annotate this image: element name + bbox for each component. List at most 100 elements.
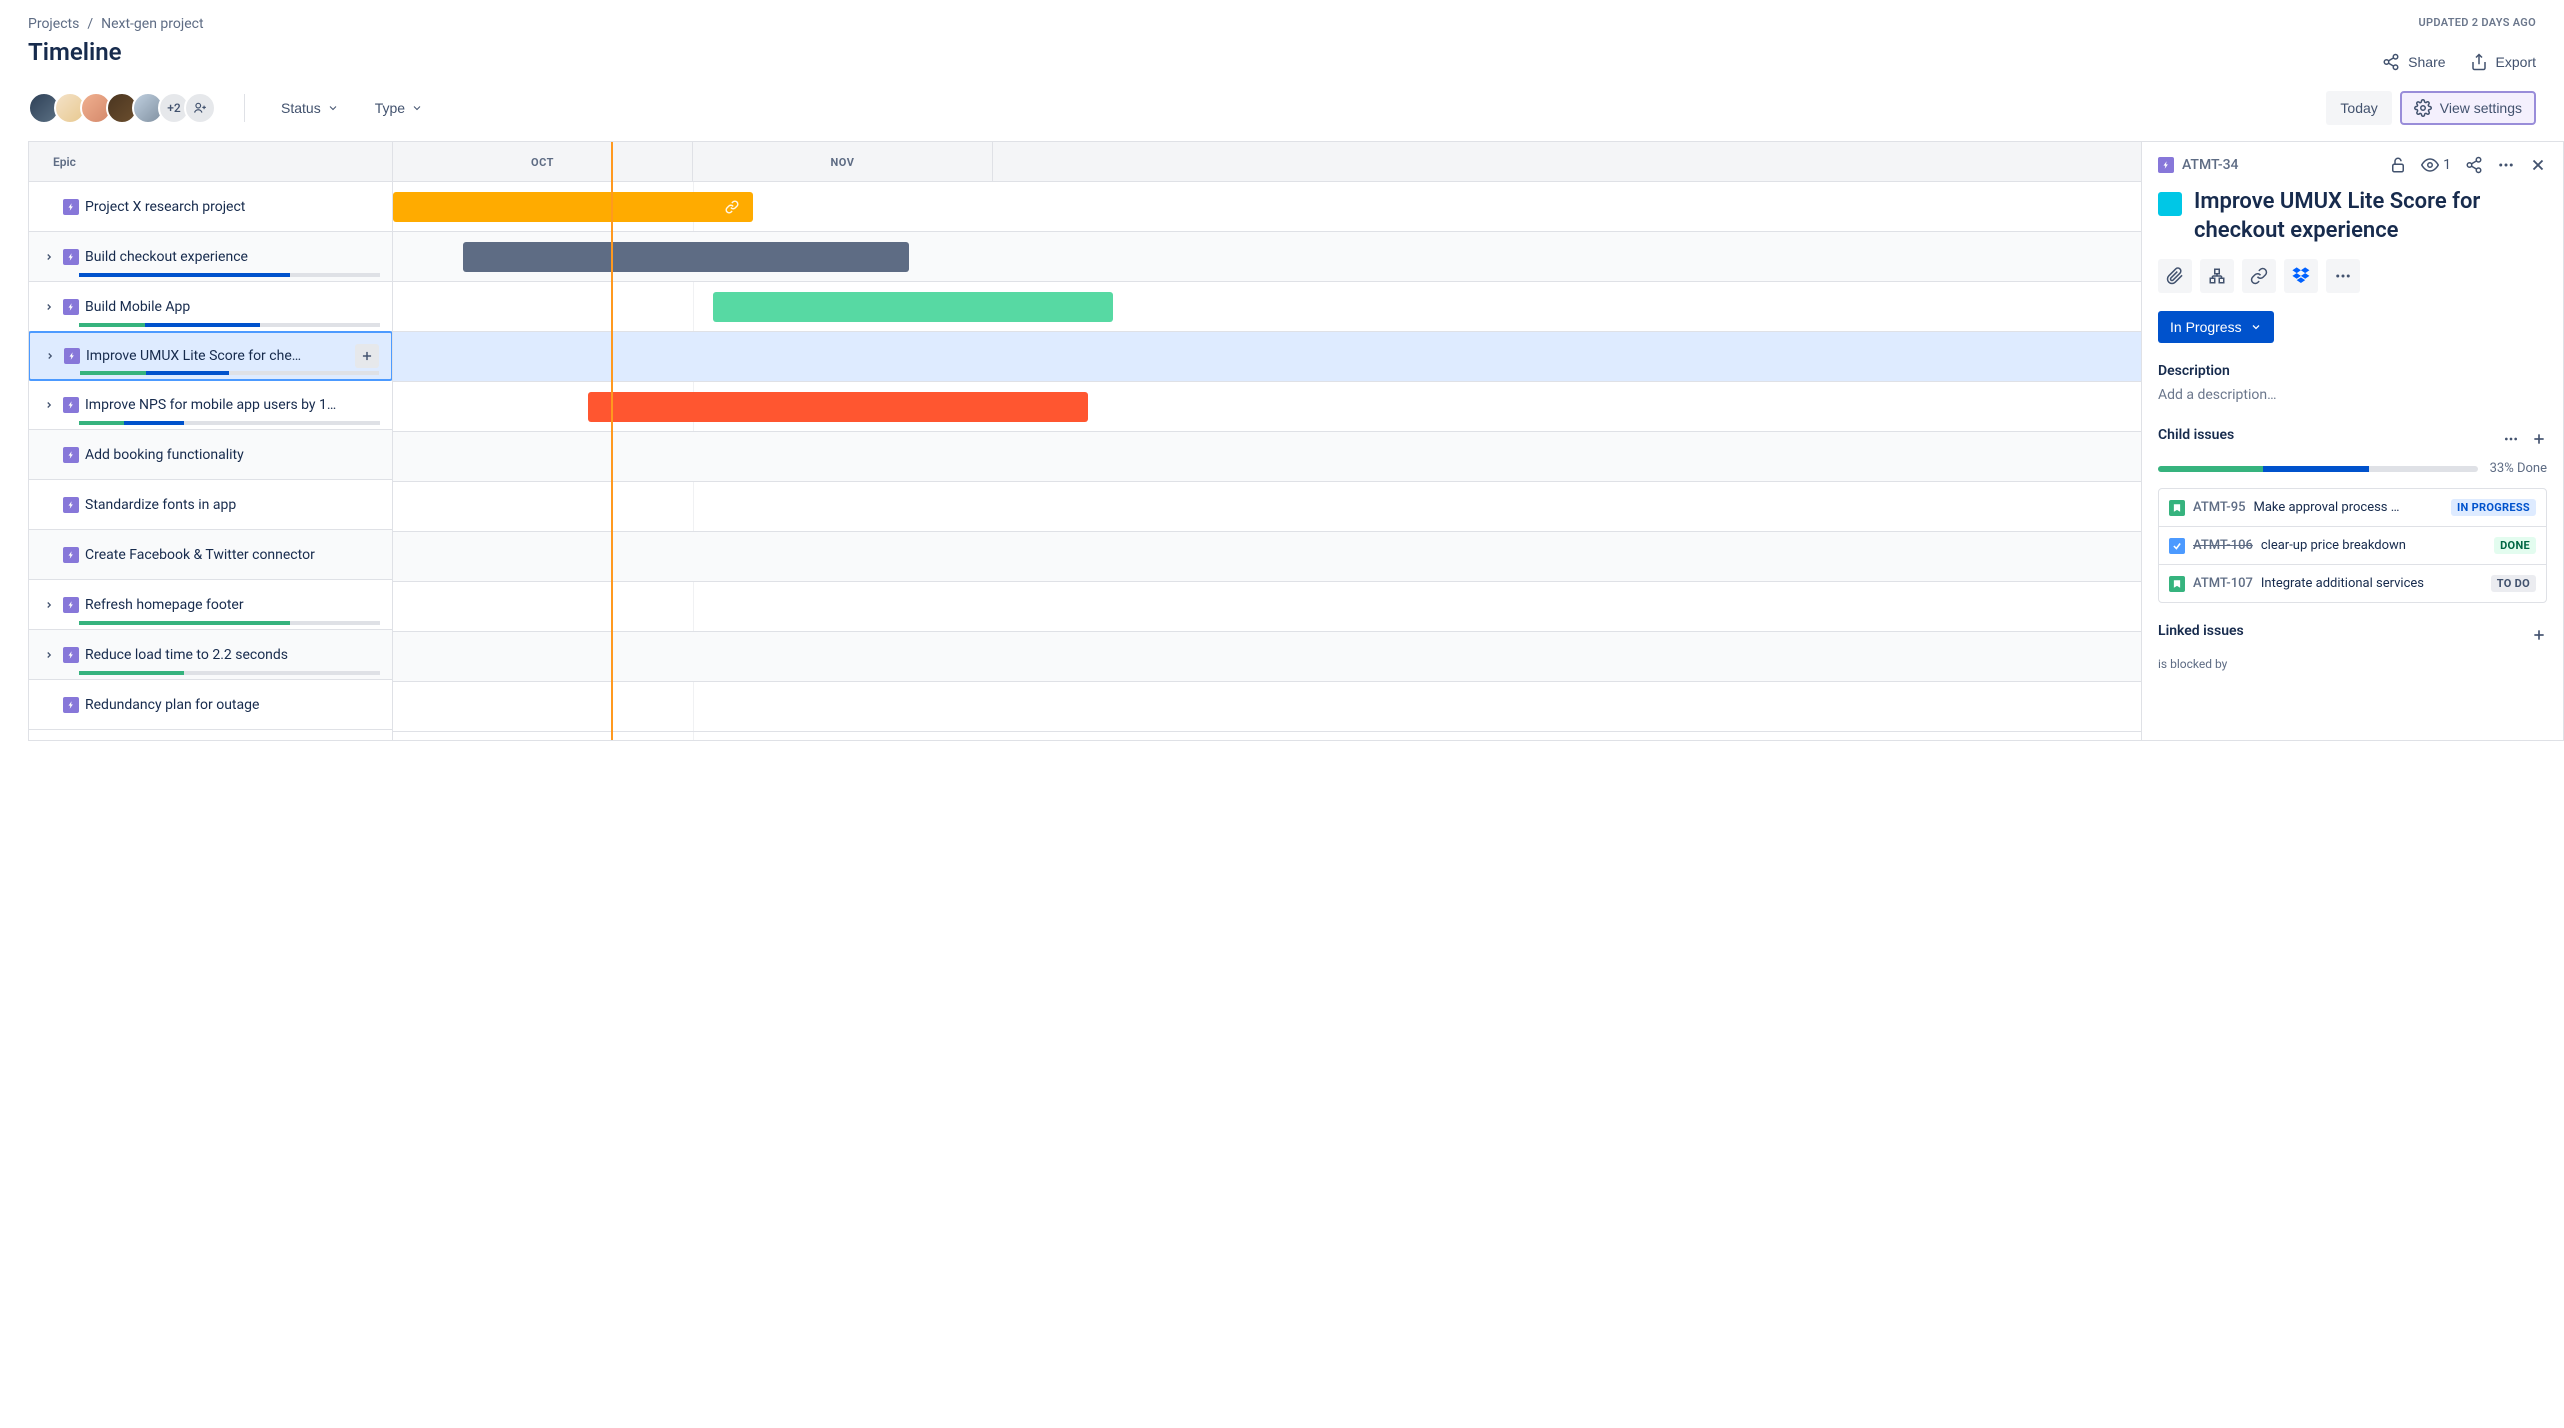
share-icon <box>2382 53 2400 71</box>
child-title: Make approval process … <box>2253 500 2443 515</box>
gantt-row[interactable] <box>393 282 2141 332</box>
gantt-row[interactable] <box>393 482 2141 532</box>
epic-row[interactable]: Standardize fonts in app <box>29 480 392 530</box>
type-filter[interactable]: Type <box>367 94 431 122</box>
breadcrumb: Projects / Next-gen project <box>28 16 204 32</box>
issue-title[interactable]: Improve UMUX Lite Score for checkout exp… <box>2194 188 2547 245</box>
child-issue-row[interactable]: ATMT-106clear-up price breakdownDONE <box>2159 527 2546 565</box>
epic-row[interactable]: Add booking functionality <box>29 430 392 480</box>
close-icon[interactable] <box>2529 156 2547 174</box>
epic-row[interactable]: Reduce load time to 2.2 seconds <box>29 630 392 680</box>
gantt-row[interactable] <box>393 432 2141 482</box>
epic-row[interactable]: Improve UMUX Lite Score for che… <box>29 331 392 381</box>
more-actions-button[interactable] <box>2326 259 2360 293</box>
more-icon <box>2334 267 2352 285</box>
gantt-row[interactable] <box>393 182 2141 232</box>
child-progress-bar <box>2158 466 2478 472</box>
detail-panel: ATMT-34 1 Improve UMUX Lite Score for ch… <box>2141 142 2563 740</box>
linked-issues-label: Linked issues <box>2158 623 2244 639</box>
expand-chevron[interactable] <box>42 351 58 361</box>
epic-label: Create Facebook & Twitter connector <box>85 547 315 563</box>
gantt-row[interactable] <box>393 332 2141 382</box>
add-button[interactable] <box>355 344 379 368</box>
lock-icon[interactable] <box>2389 156 2407 174</box>
description-field[interactable]: Add a description… <box>2158 387 2547 403</box>
issue-key[interactable]: ATMT-34 <box>2182 157 2239 173</box>
epic-label: Add booking functionality <box>85 447 244 463</box>
view-settings-button[interactable]: View settings <box>2400 91 2536 125</box>
gantt-bar[interactable] <box>588 392 1088 422</box>
gantt-row[interactable] <box>393 582 2141 632</box>
child-key: ATMT-95 <box>2193 500 2245 515</box>
add-child-button[interactable] <box>2200 259 2234 293</box>
child-issues-label: Child issues <box>2158 427 2234 443</box>
gantt-bar[interactable] <box>463 242 909 272</box>
today-marker <box>611 142 613 740</box>
epic-label: Redundancy plan for outage <box>85 697 259 713</box>
dropbox-icon <box>2291 266 2311 286</box>
epic-row[interactable]: Redundancy plan for outage <box>29 680 392 730</box>
tree-icon <box>2208 267 2226 285</box>
child-more-icon[interactable] <box>2503 431 2519 447</box>
child-issue-row[interactable]: ATMT-107 Integrate additional services TO … <box>2159 565 2546 602</box>
link-icon <box>725 200 739 214</box>
more-icon[interactable] <box>2497 156 2515 174</box>
story-icon <box>2169 576 2185 592</box>
epic-label: Standardize fonts in app <box>85 497 236 513</box>
gantt-row[interactable] <box>393 382 2141 432</box>
epic-icon <box>63 697 79 713</box>
export-button[interactable]: Export <box>2470 53 2536 71</box>
epic-icon <box>63 647 79 663</box>
gantt-bar[interactable] <box>713 292 1113 322</box>
status-lozenge: TO DO <box>2491 575 2536 592</box>
epic-row[interactable]: Project X research project <box>29 182 392 232</box>
expand-chevron[interactable] <box>41 600 57 610</box>
epic-row[interactable]: Create Facebook & Twitter connector <box>29 530 392 580</box>
description-label: Description <box>2158 363 2547 379</box>
expand-chevron[interactable] <box>41 650 57 660</box>
gantt-row[interactable] <box>393 232 2141 282</box>
chevron-down-icon <box>2250 321 2262 333</box>
breadcrumb-project[interactable]: Next-gen project <box>101 16 203 32</box>
child-key: ATMT-106 <box>2193 538 2253 553</box>
add-person-icon <box>193 101 207 115</box>
status-filter[interactable]: Status <box>273 94 347 122</box>
linked-relation-label: is blocked by <box>2158 657 2547 671</box>
epic-row[interactable]: Refresh homepage footer <box>29 580 392 630</box>
today-button[interactable]: Today <box>2326 91 2391 125</box>
breadcrumb-root[interactable]: Projects <box>28 16 79 32</box>
epic-icon <box>2158 157 2174 173</box>
attach-button[interactable] <box>2158 259 2192 293</box>
epic-icon <box>63 199 79 215</box>
epic-color-swatch[interactable] <box>2158 192 2182 216</box>
expand-chevron[interactable] <box>41 400 57 410</box>
add-link-icon[interactable] <box>2531 627 2547 643</box>
link-button[interactable] <box>2242 259 2276 293</box>
share-button[interactable]: Share <box>2382 53 2445 71</box>
child-key: ATMT-107 <box>2193 576 2253 591</box>
add-member-button[interactable] <box>184 92 216 124</box>
epic-progress <box>79 671 380 675</box>
status-dropdown[interactable]: In Progress <box>2158 311 2274 343</box>
epic-row[interactable]: Improve NPS for mobile app users by 1… <box>29 380 392 430</box>
share-icon[interactable] <box>2465 156 2483 174</box>
month-header: OCT <box>393 142 693 182</box>
epic-icon <box>63 597 79 613</box>
expand-chevron[interactable] <box>41 252 57 262</box>
dropbox-button[interactable] <box>2284 259 2318 293</box>
link-icon <box>2250 267 2268 285</box>
status-lozenge: IN PROGRESS <box>2451 499 2536 516</box>
child-title: Integrate additional services <box>2261 576 2483 591</box>
gantt-bar[interactable] <box>393 192 753 222</box>
expand-chevron[interactable] <box>41 302 57 312</box>
gantt-row[interactable] <box>393 682 2141 732</box>
watch-button[interactable]: 1 <box>2421 156 2451 174</box>
gantt-row[interactable] <box>393 532 2141 582</box>
epic-row[interactable]: Build Mobile App <box>29 282 392 332</box>
epic-progress <box>79 421 380 425</box>
child-issue-row[interactable]: ATMT-95 Make approval process … IN PROGRES… <box>2159 489 2546 527</box>
add-child-icon[interactable] <box>2531 431 2547 447</box>
gantt-row[interactable] <box>393 632 2141 682</box>
epic-row[interactable]: Build checkout experience <box>29 232 392 282</box>
eye-icon <box>2421 156 2439 174</box>
